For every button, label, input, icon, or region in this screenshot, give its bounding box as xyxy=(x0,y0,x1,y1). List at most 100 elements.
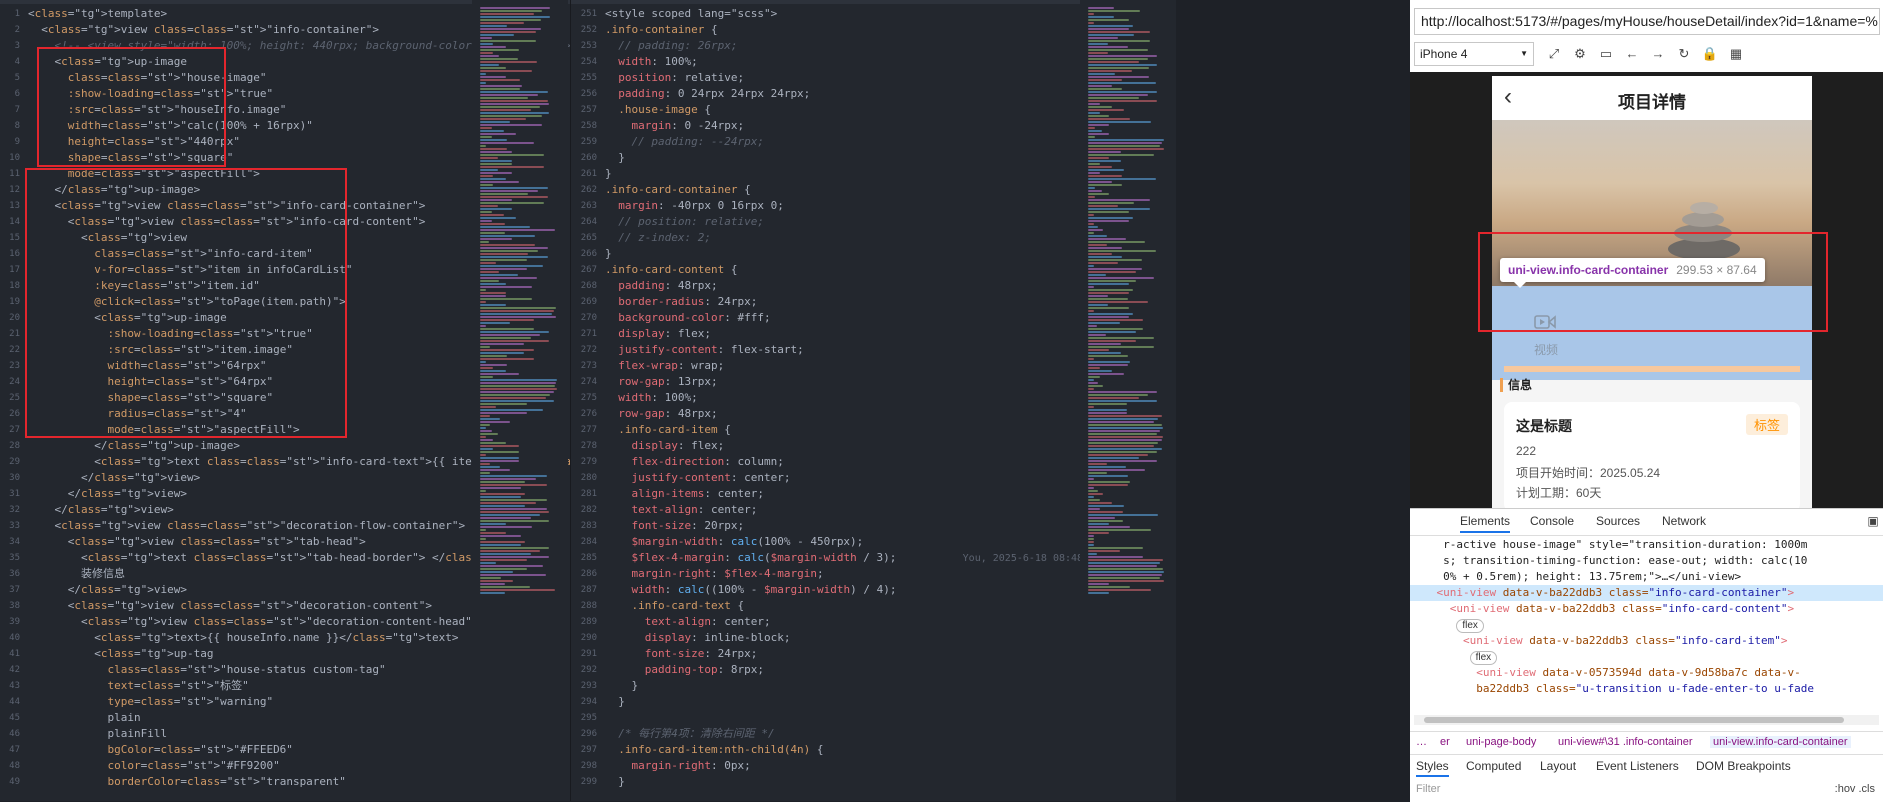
settings-icon[interactable]: ⚙ xyxy=(1568,42,1592,66)
code-line[interactable]: } xyxy=(605,166,1081,182)
code-line[interactable]: flex-wrap: wrap; xyxy=(605,358,1081,374)
code-line[interactable]: width: calc((100% - $margin-width) / 4); xyxy=(605,582,1081,598)
code-line[interactable]: // padding: 26rpx; xyxy=(605,38,1081,54)
editor-minimap-right[interactable] xyxy=(1080,0,1176,801)
project-card[interactable]: 这是标题 标签 222 项目开始时间：2025.05.24 计划工期：60天 xyxy=(1504,402,1800,508)
code-line[interactable]: text-align: center; xyxy=(605,614,1081,630)
code-line[interactable]: position: relative; xyxy=(605,70,1081,86)
styles-filter-input[interactable]: Filter xyxy=(1416,783,1440,795)
code-line[interactable]: flex-direction: column; xyxy=(605,454,1081,470)
tab-dom-breakpoints[interactable]: DOM Breakpoints xyxy=(1696,759,1791,773)
breadcrumb-item[interactable]: … xyxy=(1416,736,1427,748)
lock-icon[interactable]: 🔒 xyxy=(1698,42,1722,66)
code-line[interactable]: text-align: center; xyxy=(605,502,1081,518)
code-line[interactable]: } xyxy=(605,774,1081,790)
dom-node[interactable]: <uni-view data-v-ba22ddb3 class="info-ca… xyxy=(1410,585,1883,601)
tab-network[interactable]: Network xyxy=(1662,514,1706,528)
tab-sources[interactable]: Sources xyxy=(1596,514,1640,528)
dom-node[interactable]: 0% + 0.5rem); height: 13.75rem;">…</uni-… xyxy=(1410,569,1883,585)
code-line[interactable]: } xyxy=(605,246,1081,262)
code-line[interactable]: margin: -40rpx 0 16rpx 0; xyxy=(605,198,1081,214)
code-line[interactable]: .info-container { xyxy=(605,22,1081,38)
code-line[interactable]: // padding: --24rpx; xyxy=(605,134,1081,150)
code-line[interactable]: $margin-width: calc(100% - 450rpx); xyxy=(605,534,1081,550)
minimap-line xyxy=(1088,523,1109,525)
code-line[interactable]: align-items: center; xyxy=(605,486,1081,502)
editor-minimap-left[interactable] xyxy=(472,0,568,801)
tab-styles[interactable]: Styles xyxy=(1416,759,1449,777)
breadcrumb-item[interactable]: er xyxy=(1440,736,1450,748)
code-line[interactable]: justify-content: flex-start; xyxy=(605,342,1081,358)
code-line[interactable]: margin: 0 -24rpx; xyxy=(605,118,1081,134)
code-line[interactable]: } xyxy=(605,694,1081,710)
tab-computed[interactable]: Computed xyxy=(1466,759,1521,773)
url-input[interactable]: http://localhost:5173/#/pages/myHouse/ho… xyxy=(1414,8,1880,35)
dom-node[interactable]: flex xyxy=(1410,617,1883,633)
editor-pane-style[interactable]: 251 252 253 254 255 256 257 258 259 260 261 262 263 2… xyxy=(570,0,1081,801)
dom-node[interactable]: <uni-view data-v-ba22ddb3 class="info-ca… xyxy=(1410,633,1883,649)
dom-node[interactable]: <uni-view data-v-0573594d data-v-9d58ba7… xyxy=(1410,665,1883,681)
code-line[interactable]: .info-card-text { xyxy=(605,598,1081,614)
forward-icon[interactable]: → xyxy=(1646,42,1670,66)
tab-console[interactable]: Console xyxy=(1530,514,1574,528)
code-line[interactable]: <style scoped lang="scss"> xyxy=(605,6,1081,22)
code-line[interactable]: padding-top: 8rpx; xyxy=(605,662,1081,678)
more-tabs-icon[interactable] xyxy=(1410,511,1424,535)
code-line[interactable]: background-color: #fff; xyxy=(605,310,1081,326)
dom-node[interactable]: ba22ddb3 class="u-transition u-fade-ente… xyxy=(1410,681,1883,697)
reload-icon[interactable]: ↻ xyxy=(1672,42,1696,66)
code-line[interactable]: /* 每行第4项：清除右间距 */ xyxy=(605,726,1081,742)
dom-node[interactable]: flex xyxy=(1410,649,1883,665)
breadcrumb-item[interactable]: uni-page-body xyxy=(1466,736,1536,748)
grid-icon[interactable]: ▦ xyxy=(1724,42,1748,66)
minimap-line xyxy=(480,493,525,495)
code-line[interactable]: margin-right: 0px; xyxy=(605,758,1081,774)
code-line[interactable]: .info-card-item:nth-child(4n) { xyxy=(605,742,1081,758)
code-line[interactable]: font-size: 20rpx; xyxy=(605,518,1081,534)
code-line[interactable]: .info-card-item { xyxy=(605,422,1081,438)
code-line[interactable]: } xyxy=(605,150,1081,166)
breadcrumb-item[interactable]: uni-view.info-card-container xyxy=(1710,736,1851,748)
horizontal-scrollbar[interactable] xyxy=(1414,715,1879,725)
code-line[interactable]: row-gap: 13rpx; xyxy=(605,374,1081,390)
dom-node[interactable]: s; transition-timing-function: ease-out;… xyxy=(1410,553,1883,569)
code-line[interactable]: .house-image { xyxy=(605,102,1081,118)
code-line[interactable]: padding: 0 24rpx 24rpx 24rpx; xyxy=(605,86,1081,102)
code-line[interactable]: display: inline-block; xyxy=(605,630,1081,646)
code-line[interactable]: row-gap: 48rpx; xyxy=(605,406,1081,422)
minimap-line xyxy=(480,304,506,306)
code-line[interactable]: border-radius: 24rpx; xyxy=(605,294,1081,310)
code-line[interactable]: padding: 48rpx; xyxy=(605,278,1081,294)
code-line[interactable]: display: flex; xyxy=(605,326,1081,342)
code-area[interactable]: <style scoped lang="scss"> .info-containe… xyxy=(605,6,1081,790)
tab-elements[interactable]: Elements xyxy=(1460,514,1511,533)
code-line[interactable]: .info-card-container { xyxy=(605,182,1081,198)
dom-tree[interactable]: r-active house-image" style="transition-… xyxy=(1410,537,1883,709)
code-line[interactable]: } xyxy=(605,678,1081,694)
tab-layout[interactable]: Layout xyxy=(1540,759,1576,773)
code-line[interactable]: width: 100%; xyxy=(605,390,1081,406)
line-number: 20 xyxy=(9,313,20,323)
tab-event-listeners[interactable]: Event Listeners xyxy=(1596,759,1679,773)
code-line[interactable]: // z-index: 2; xyxy=(605,230,1081,246)
device-select[interactable]: iPhone 4 ▼ xyxy=(1414,42,1534,66)
back-icon[interactable]: ← xyxy=(1620,42,1644,66)
dock-icon[interactable]: ▣ xyxy=(1865,509,1881,533)
code-line[interactable]: .info-card-content { xyxy=(605,262,1081,278)
code-line[interactable]: margin-right: $flex-4-margin; xyxy=(605,566,1081,582)
hover-class-toggles[interactable]: :hov .cls xyxy=(1835,783,1875,795)
rotate-icon[interactable]: ⤢ xyxy=(1542,42,1566,66)
code-line[interactable] xyxy=(605,710,1081,726)
code-line[interactable]: $flex-4-margin: calc($margin-width / 3);… xyxy=(605,550,1082,566)
line-number: 281 xyxy=(580,489,597,499)
breadcrumb-item[interactable]: uni-view#\31 .info-container xyxy=(1558,736,1693,748)
screenshot-icon[interactable]: ▭ xyxy=(1594,42,1618,66)
code-line[interactable]: display: flex; xyxy=(605,438,1081,454)
code-line[interactable]: justify-content: center; xyxy=(605,470,1081,486)
dom-node[interactable]: r-active house-image" style="transition-… xyxy=(1410,537,1883,553)
dom-node[interactable]: <uni-view data-v-ba22ddb3 class="info-ca… xyxy=(1410,601,1883,617)
code-line[interactable]: width: 100%; xyxy=(605,54,1081,70)
code-line[interactable]: font-size: 24rpx; xyxy=(605,646,1081,662)
code-line[interactable]: // position: relative; xyxy=(605,214,1081,230)
minimap-line xyxy=(1088,253,1112,255)
